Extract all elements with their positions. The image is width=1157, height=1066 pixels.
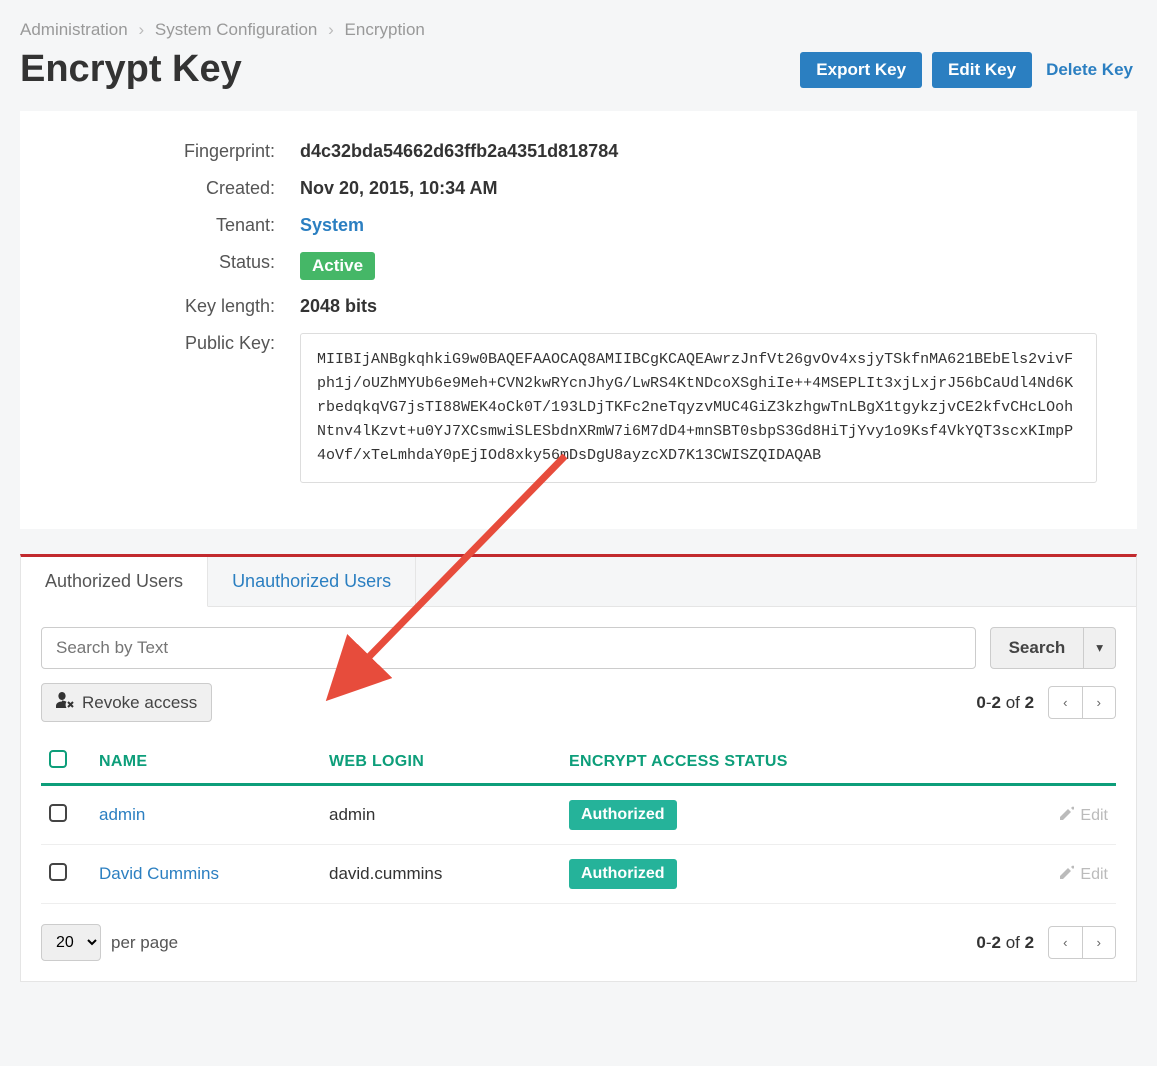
edit-row-button[interactable]: Edit (1060, 865, 1108, 884)
pencil-icon (1060, 865, 1074, 884)
public-key-box[interactable]: MIIBIjANBgkqhkiG9w0BAQEFAAOCAQ8AMIIBCgKC… (300, 333, 1097, 483)
created-value: Nov 20, 2015, 10:34 AM (300, 178, 1097, 199)
key-length-value: 2048 bits (300, 296, 1097, 317)
public-key-label: Public Key: (60, 333, 300, 354)
pager-prev-top[interactable]: ‹ (1048, 686, 1082, 719)
users-table: NAME WEB LOGIN ENCRYPT ACCESS STATUS adm… (41, 740, 1116, 904)
edit-label: Edit (1080, 807, 1108, 825)
caret-down-icon: ▾ (1096, 640, 1103, 655)
key-details-panel: Fingerprint: d4c32bda54662d63ffb2a4351d8… (20, 111, 1137, 529)
chevron-left-icon: ‹ (1063, 695, 1067, 710)
fingerprint-label: Fingerprint: (60, 141, 300, 162)
tab-unauthorized-users[interactable]: Unauthorized Users (208, 557, 416, 606)
user-login: david.cummins (321, 845, 561, 904)
chevron-left-icon: ‹ (1063, 935, 1067, 950)
breadcrumb-item-system-configuration[interactable]: System Configuration (155, 20, 318, 39)
key-length-label: Key length: (60, 296, 300, 317)
user-name-link[interactable]: admin (99, 805, 145, 824)
column-header-status[interactable]: ENCRYPT ACCESS STATUS (561, 740, 996, 785)
status-badge: Active (300, 252, 375, 280)
per-page-select[interactable]: 20 (41, 924, 101, 961)
page-title: Encrypt Key (20, 48, 242, 91)
row-checkbox[interactable] (49, 804, 67, 822)
export-key-button[interactable]: Export Key (800, 52, 922, 88)
breadcrumb-item-encryption[interactable]: Encryption (345, 20, 425, 39)
user-name-link[interactable]: David Cummins (99, 864, 219, 883)
chevron-right-icon: › (1097, 695, 1101, 710)
delete-key-button[interactable]: Delete Key (1042, 52, 1137, 88)
pager-next-top[interactable]: › (1083, 686, 1116, 719)
fingerprint-value: d4c32bda54662d63ffb2a4351d818784 (300, 141, 1097, 162)
pager-next-bottom[interactable]: › (1083, 926, 1116, 959)
status-badge-authorized: Authorized (569, 859, 677, 889)
table-row: admin admin Authorized Edit (41, 785, 1116, 845)
status-label: Status: (60, 252, 300, 273)
user-login: admin (321, 785, 561, 845)
select-all-checkbox[interactable] (49, 750, 67, 768)
search-input[interactable] (41, 627, 976, 669)
table-row: David Cummins david.cummins Authorized E… (41, 845, 1116, 904)
edit-key-button[interactable]: Edit Key (932, 52, 1032, 88)
created-label: Created: (60, 178, 300, 199)
user-revoke-icon (56, 692, 74, 713)
revoke-access-label: Revoke access (82, 693, 197, 713)
column-header-web-login[interactable]: WEB LOGIN (321, 740, 561, 785)
tenant-label: Tenant: (60, 215, 300, 236)
edit-row-button[interactable]: Edit (1060, 806, 1108, 825)
pager-prev-bottom[interactable]: ‹ (1048, 926, 1082, 959)
tenant-link[interactable]: System (300, 215, 364, 235)
chevron-right-icon: › (1097, 935, 1101, 950)
user-tabs: Authorized Users Unauthorized Users (21, 557, 1136, 607)
chevron-right-icon: › (328, 20, 334, 39)
breadcrumb: Administration › System Configuration › … (20, 20, 1137, 40)
breadcrumb-item-administration[interactable]: Administration (20, 20, 128, 39)
column-header-name[interactable]: NAME (91, 740, 321, 785)
search-dropdown-toggle[interactable]: ▾ (1084, 627, 1116, 669)
pager-text-top: 0-2 of 2 (976, 693, 1034, 713)
per-page-label: per page (111, 933, 178, 953)
status-badge-authorized: Authorized (569, 800, 677, 830)
pencil-icon (1060, 806, 1074, 825)
chevron-right-icon: › (138, 20, 144, 39)
edit-label: Edit (1080, 866, 1108, 884)
tab-authorized-users[interactable]: Authorized Users (21, 557, 208, 607)
pager-text-bottom: 0-2 of 2 (976, 933, 1034, 953)
row-checkbox[interactable] (49, 863, 67, 881)
search-button[interactable]: Search (990, 627, 1085, 669)
revoke-access-button[interactable]: Revoke access (41, 683, 212, 722)
